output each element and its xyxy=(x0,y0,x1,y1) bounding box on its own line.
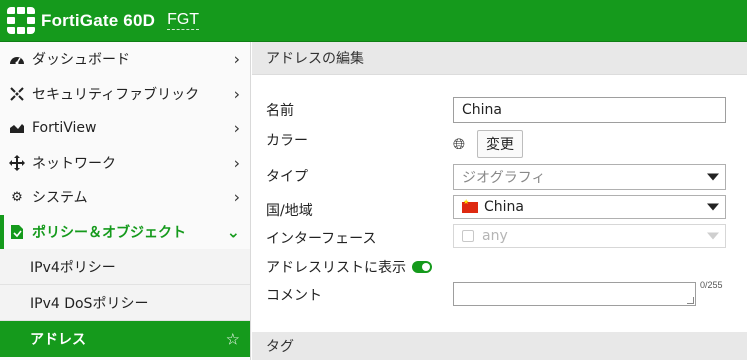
form-row-comment: コメント xyxy=(266,285,322,305)
sidebar-item-label: ダッシュボード xyxy=(32,52,130,69)
chevron-right-icon: › xyxy=(233,118,240,138)
policy-icon xyxy=(8,224,26,240)
country-field-wrapper: China xyxy=(453,195,726,219)
chevron-right-icon: › xyxy=(233,153,240,173)
form-row-name: 名前 xyxy=(266,100,294,120)
dropdown-caret-icon xyxy=(707,173,719,181)
interface-checkbox[interactable] xyxy=(462,230,474,242)
comment-char-counter: 0/255 xyxy=(700,280,723,290)
network-icon xyxy=(8,154,26,171)
sidebar-subitem-addresses[interactable]: アドレス ☆ xyxy=(0,321,250,357)
country-label: 国/地域 xyxy=(266,203,313,219)
name-label: 名前 xyxy=(266,103,294,119)
section-header-tags: タグ xyxy=(252,332,747,360)
product-name: FortiGate 60D xyxy=(41,10,156,30)
interface-field-wrapper: any xyxy=(453,224,726,248)
name-input[interactable]: China xyxy=(453,97,726,123)
dropdown-caret-icon xyxy=(707,203,719,211)
comment-label: コメント xyxy=(266,288,322,304)
form-row-interface: インターフェース xyxy=(266,228,376,248)
sidebar-item-label: システム xyxy=(32,190,88,207)
chevron-right-icon: › xyxy=(233,49,240,69)
interface-label: インターフェース xyxy=(266,231,377,247)
sidebar-item-label: セキュリティファブリック xyxy=(32,86,200,103)
chevron-down-icon: ⌄ xyxy=(226,222,240,242)
top-bar: FortiGate 60D FGT xyxy=(0,0,747,42)
show-in-list-toggle[interactable] xyxy=(412,261,432,273)
china-flag-icon xyxy=(462,198,478,213)
type-select-value: ジオグラフィ xyxy=(462,170,546,186)
section-header-edit-address: アドレスの編集 xyxy=(252,42,747,75)
interface-select-value: any xyxy=(482,228,508,244)
sidebar: ダッシュボード › セキュリティファブリック › FortiView › ネット… xyxy=(0,42,251,360)
comment-field-wrapper xyxy=(453,282,696,306)
sidebar-subitem-ipv4-policy[interactable]: IPv4ポリシー xyxy=(0,249,250,285)
star-icon[interactable]: ☆ xyxy=(226,330,240,349)
show-in-list-label: アドレスリストに表示 xyxy=(266,260,406,276)
type-label: タイプ xyxy=(266,169,308,185)
sidebar-item-policy-objects[interactable]: ポリシー＆オブジェクト ⌄ xyxy=(0,214,250,249)
main-panel: アドレスの編集 名前 China カラー 🌐︎ 変更 タイプ ジオグラフィ 国/… xyxy=(252,42,747,360)
sidebar-subitem-label: IPv4ポリシー xyxy=(30,259,116,276)
fortinet-logo-icon xyxy=(7,6,35,35)
sidebar-item-label: FortiView xyxy=(32,120,97,137)
form-row-country: 国/地域 xyxy=(266,200,313,220)
color-label: カラー xyxy=(266,133,308,149)
interface-select[interactable]: any xyxy=(453,224,726,248)
sidebar-subitem-label: アドレス xyxy=(30,332,86,348)
form-row-type: タイプ xyxy=(266,166,308,186)
sidebar-item-system[interactable]: ⚙ システム › xyxy=(0,180,250,215)
chevron-right-icon: › xyxy=(233,187,240,207)
sidebar-item-label: ポリシー＆オブジェクト xyxy=(32,224,186,241)
comment-textarea[interactable] xyxy=(453,282,696,306)
color-change-button[interactable]: 変更 xyxy=(477,130,524,158)
sidebar-subitem-label: IPv4 DoSポリシー xyxy=(30,295,149,312)
color-field-wrapper: 🌐︎ 変更 xyxy=(453,130,524,158)
security-fabric-icon xyxy=(8,86,26,102)
tag-section-title: タグ xyxy=(266,339,294,355)
globe-icon: 🌐︎ xyxy=(453,135,466,153)
page-title: アドレスの編集 xyxy=(266,51,364,67)
name-field-wrapper: China xyxy=(453,97,726,123)
country-select[interactable]: China xyxy=(453,195,726,219)
sidebar-item-security-fabric[interactable]: セキュリティファブリック › xyxy=(0,77,250,112)
sidebar-subitem-ipv4-dos-policy[interactable]: IPv4 DoSポリシー xyxy=(0,285,250,321)
form-row-color: カラー xyxy=(266,130,308,150)
chevron-right-icon: › xyxy=(233,84,240,104)
dropdown-caret-icon xyxy=(707,232,719,240)
sidebar-item-label: ネットワーク xyxy=(32,155,116,172)
gear-icon: ⚙ xyxy=(11,189,23,205)
country-select-value: China xyxy=(484,199,524,215)
sidebar-item-fortiview[interactable]: FortiView › xyxy=(0,111,250,146)
form-row-show-in-list: アドレスリストに表示 xyxy=(266,257,432,277)
type-field-wrapper: ジオグラフィ xyxy=(453,164,726,190)
hostname-link[interactable]: FGT xyxy=(167,11,200,30)
sidebar-item-network[interactable]: ネットワーク › xyxy=(0,146,250,181)
chart-icon xyxy=(8,120,26,136)
dashboard-icon xyxy=(8,51,26,67)
type-select[interactable]: ジオグラフィ xyxy=(453,164,726,190)
sidebar-item-dashboard[interactable]: ダッシュボード › xyxy=(0,42,250,77)
